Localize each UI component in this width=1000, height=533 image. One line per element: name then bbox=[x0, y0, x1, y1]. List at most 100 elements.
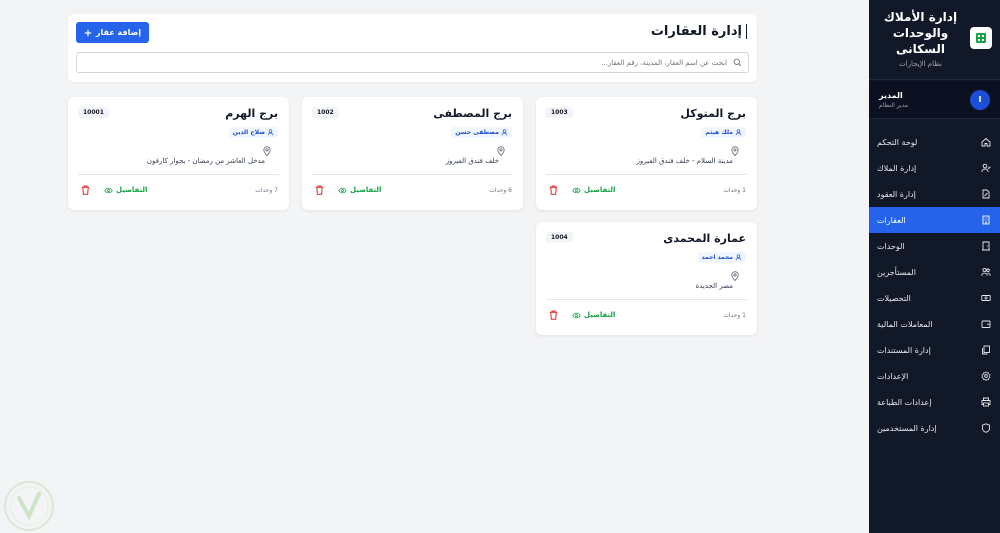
app-title-line2: والوحدات bbox=[892, 26, 949, 40]
location-pin-icon bbox=[731, 146, 739, 156]
user-icon bbox=[267, 129, 274, 136]
owner-badge: مصطفى حسن bbox=[451, 127, 512, 138]
property-card[interactable]: عمارة المحمدى 1004 محمد احمد مصر الجديدة… bbox=[536, 222, 757, 335]
user-info: المدير مدير النظام bbox=[879, 91, 962, 109]
sidebar-item-collections[interactable]: التحصيلات bbox=[869, 285, 1000, 311]
trash-icon[interactable] bbox=[81, 185, 90, 195]
page-header-card: إدارة العقارات إضافة عقار bbox=[68, 14, 757, 82]
details-link[interactable]: التفاصيل bbox=[572, 311, 615, 319]
property-address: مدينة السلام - خلف فندق الفيروز bbox=[636, 157, 733, 165]
property-name: عمارة المحمدى bbox=[663, 232, 746, 245]
divider bbox=[546, 299, 747, 300]
sidebar-item-users[interactable]: إدارة المستخدمين bbox=[869, 415, 1000, 441]
search-box bbox=[76, 52, 749, 73]
location-pin-icon bbox=[731, 271, 739, 281]
eye-icon bbox=[104, 187, 113, 193]
sidebar-item-label: التحصيلات bbox=[877, 293, 911, 303]
avatar: I bbox=[970, 89, 990, 110]
eye-icon bbox=[338, 187, 347, 193]
shield-icon bbox=[980, 423, 991, 434]
sidebar-item-label: الإعدادات bbox=[877, 371, 909, 381]
user-icon bbox=[501, 129, 508, 136]
sidebar: إدارة الأملاك والوحدات السكانى نظام الإي… bbox=[869, 0, 1000, 533]
sidebar-item-settings[interactable]: الإعدادات bbox=[869, 363, 1000, 389]
sidebar-item-transactions[interactable]: المعاملات المالية bbox=[869, 311, 1000, 337]
property-name: برج المتوكل bbox=[680, 107, 746, 120]
divider bbox=[78, 174, 279, 175]
units-count: 7 وحدات bbox=[255, 187, 278, 194]
sidebar-item-label: لوحة التحكم bbox=[877, 137, 918, 147]
sidebar-item-owners[interactable]: إدارة الملاك bbox=[869, 155, 1000, 181]
eye-icon bbox=[572, 187, 581, 193]
building-logo-icon bbox=[976, 33, 986, 43]
search-input[interactable] bbox=[83, 53, 727, 72]
details-link[interactable]: التفاصيل bbox=[572, 186, 615, 194]
owner-name: محمد احمد bbox=[701, 254, 734, 261]
trash-icon[interactable] bbox=[549, 185, 558, 195]
details-label: التفاصيل bbox=[584, 186, 616, 194]
trash-icon[interactable] bbox=[315, 185, 324, 195]
app-title-line1: إدارة الأملاك bbox=[883, 10, 958, 24]
location-pin-icon bbox=[497, 146, 505, 156]
sidebar-item-label: المستأجرين bbox=[877, 267, 916, 277]
user-profile[interactable]: I المدير مدير النظام bbox=[869, 81, 1000, 119]
property-address: مصر الجديدة bbox=[695, 282, 733, 290]
units-count: 1 وحدات bbox=[723, 187, 746, 194]
property-code: 1003 bbox=[546, 107, 573, 118]
owner-name: صلاح الدين bbox=[232, 129, 265, 136]
sidebar-item-tenants[interactable]: المستأجرين bbox=[869, 259, 1000, 285]
sidebar-item-dashboard[interactable]: لوحة التحكم bbox=[869, 129, 1000, 155]
details-link[interactable]: التفاصيل bbox=[338, 186, 381, 194]
units-count: 6 وحدات bbox=[489, 187, 512, 194]
sidebar-item-label: إدارة المستندات bbox=[877, 345, 931, 355]
brand-header: إدارة الأملاك والوحدات السكانى نظام الإي… bbox=[869, 0, 1000, 80]
search-icon bbox=[733, 58, 742, 67]
owner-name: مصطفى حسن bbox=[455, 129, 499, 136]
sidebar-item-contracts[interactable]: إدارة العقود bbox=[869, 181, 1000, 207]
main-content: إدارة العقارات إضافة عقار برج المتوكل 10… bbox=[0, 0, 869, 533]
owner-badge: صلاح الدين bbox=[228, 127, 278, 138]
sidebar-nav: لوحة التحكم إدارة الملاك إدارة العقود ال… bbox=[869, 129, 1000, 441]
details-link[interactable]: التفاصيل bbox=[104, 186, 147, 194]
units-count: 1 وحدات bbox=[723, 312, 746, 319]
details-label: التفاصيل bbox=[584, 311, 616, 319]
eye-icon bbox=[572, 312, 581, 318]
owner-name: ملك هيثم bbox=[705, 129, 733, 136]
app-title-line3: السكانى bbox=[896, 42, 945, 56]
owner-badge: ملك هيثم bbox=[701, 127, 746, 138]
user-check-icon bbox=[980, 163, 991, 174]
sidebar-item-units[interactable]: الوحدات bbox=[869, 233, 1000, 259]
trash-icon[interactable] bbox=[549, 310, 558, 320]
sidebar-item-properties[interactable]: العقارات bbox=[869, 207, 1000, 233]
sidebar-item-label: العقارات bbox=[877, 215, 906, 225]
property-card[interactable]: برج المتوكل 1003 ملك هيثم مدينة السلام -… bbox=[536, 97, 757, 210]
property-code: 1002 bbox=[312, 107, 339, 118]
sidebar-item-label: المعاملات المالية bbox=[877, 319, 933, 329]
property-name: برج الهرم bbox=[225, 107, 278, 120]
details-label: التفاصيل bbox=[116, 186, 148, 194]
property-address: خلف فندق الفيروز bbox=[445, 157, 499, 165]
brand-text: إدارة الأملاك والوحدات السكانى نظام الإي… bbox=[877, 9, 964, 68]
property-address: مدخل العاشر من رمضان - بجوار كارفون bbox=[146, 157, 265, 165]
sidebar-item-print-settings[interactable]: إعدادات الطباعة bbox=[869, 389, 1000, 415]
app-subtitle: نظام الإيجارات bbox=[899, 60, 942, 68]
details-label: التفاصيل bbox=[350, 186, 382, 194]
home-icon bbox=[980, 137, 991, 148]
sidebar-item-label: إعدادات الطباعة bbox=[877, 397, 932, 407]
sidebar-item-documents[interactable]: إدارة المستندات bbox=[869, 337, 1000, 363]
property-name: برج المصطفى bbox=[433, 107, 512, 120]
divider bbox=[312, 174, 513, 175]
sidebar-item-label: إدارة العقود bbox=[877, 189, 916, 199]
owner-badge: محمد احمد bbox=[697, 252, 746, 263]
user-name: المدير bbox=[879, 90, 903, 100]
location-pin-icon bbox=[263, 146, 271, 156]
sidebar-item-label: إدارة المستخدمين bbox=[877, 423, 937, 433]
property-card[interactable]: برج المصطفى 1002 مصطفى حسن خلف فندق الفي… bbox=[302, 97, 523, 210]
watermark-logo-icon bbox=[4, 481, 54, 531]
property-code: 1004 bbox=[546, 232, 573, 243]
printer-icon bbox=[980, 397, 991, 408]
building-icon bbox=[980, 215, 991, 226]
wallet-icon bbox=[980, 319, 991, 330]
property-card[interactable]: برج الهرم 10001 صلاح الدين مدخل العاشر م… bbox=[68, 97, 289, 210]
add-property-button[interactable]: إضافة عقار bbox=[76, 22, 149, 43]
